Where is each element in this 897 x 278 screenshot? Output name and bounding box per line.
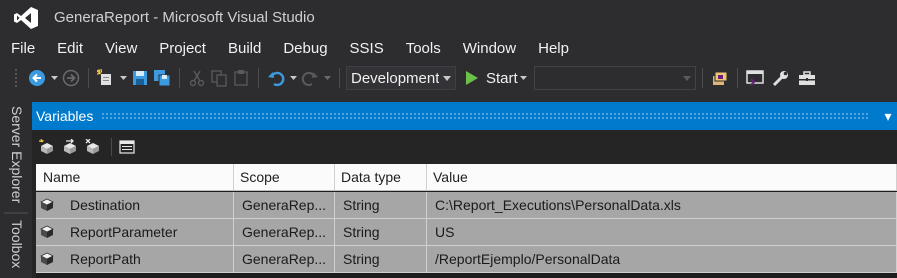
toolbar-separator xyxy=(339,68,340,88)
class-view-icon[interactable] xyxy=(744,67,766,89)
toolbox-label: Toolbox xyxy=(9,220,25,269)
grid-options-icon[interactable] xyxy=(118,138,136,156)
menu-file[interactable]: File xyxy=(0,36,46,62)
chevron-down-icon xyxy=(682,76,691,81)
add-variable-icon[interactable] xyxy=(38,138,56,156)
back-dropdown-icon[interactable] xyxy=(48,67,60,89)
name-cell[interactable]: ReportPath xyxy=(36,246,234,273)
variable-name: ReportPath xyxy=(70,250,141,267)
menu-help[interactable]: Help xyxy=(527,36,580,62)
window-position-dropdown-icon[interactable]: ▾ xyxy=(879,108,897,125)
back-icon[interactable] xyxy=(26,67,48,89)
undo-dropdown-icon[interactable] xyxy=(287,67,299,89)
variables-grid: Name Scope Data type Value Destination G… xyxy=(36,164,897,278)
variable-name: ReportParameter xyxy=(70,223,178,240)
toolbar-separator xyxy=(111,138,112,156)
column-header-value[interactable]: Value xyxy=(427,164,897,191)
visual-studio-logo xyxy=(14,7,38,29)
toolbox-icon[interactable] xyxy=(796,67,818,89)
toolbar-grip[interactable] xyxy=(14,68,18,88)
window-title: GeneraReport - Microsoft Visual Studio xyxy=(54,9,315,26)
header-drag-grip[interactable] xyxy=(101,112,869,120)
column-header-name[interactable]: Name xyxy=(36,164,234,191)
variables-window-header[interactable]: Variables ▾ xyxy=(32,102,897,130)
chevron-down-icon xyxy=(443,76,451,81)
menu-edit[interactable]: Edit xyxy=(46,36,94,62)
scope-cell[interactable]: GeneraRep... xyxy=(234,246,335,273)
menu-ssis[interactable]: SSIS xyxy=(339,36,395,62)
column-header-scope[interactable]: Scope xyxy=(234,164,335,191)
menu-bar: File Edit View Project Build Debug SSIS … xyxy=(0,36,897,62)
variables-window: Variables ▾ Name Scope Data type Value D… xyxy=(32,102,897,278)
toolbar-separator xyxy=(736,68,738,88)
start-label: Start xyxy=(486,69,518,87)
data-type-cell[interactable]: String xyxy=(335,246,427,273)
play-icon xyxy=(466,71,478,85)
toolbar-separator xyxy=(258,68,259,88)
table-row[interactable]: ReportPath GeneraRep... String /ReportEj… xyxy=(36,246,897,273)
table-row[interactable]: Destination GeneraRep... String C:\Repor… xyxy=(36,192,897,219)
cut-icon[interactable] xyxy=(186,67,208,89)
scope-cell[interactable]: GeneraRep... xyxy=(234,219,335,246)
menu-view[interactable]: View xyxy=(94,36,148,62)
variable-icon xyxy=(38,223,56,241)
scope-cell[interactable]: GeneraRep... xyxy=(234,192,335,219)
toolbox-tab[interactable]: Toolbox xyxy=(4,218,28,278)
server-explorer-label: Server Explorer xyxy=(9,106,25,204)
side-tab-divider xyxy=(4,212,28,214)
grid-header: Name Scope Data type Value xyxy=(36,164,897,191)
title-bar: GeneraReport - Microsoft Visual Studio xyxy=(0,0,897,36)
toolbar-separator xyxy=(701,68,703,88)
data-type-cell[interactable]: String xyxy=(335,219,427,246)
menu-build[interactable]: Build xyxy=(217,36,272,62)
properties-icon[interactable] xyxy=(770,67,792,89)
name-cell[interactable]: ReportParameter xyxy=(36,219,234,246)
new-project-icon[interactable] xyxy=(95,67,117,89)
variable-name: Destination xyxy=(70,196,141,213)
value-cell[interactable]: US xyxy=(427,219,897,246)
solution-explorer-icon[interactable] xyxy=(709,67,731,89)
solution-configuration-dropdown[interactable]: Development xyxy=(346,66,456,90)
redo-dropdown-icon[interactable] xyxy=(321,67,333,89)
undo-icon[interactable] xyxy=(265,67,287,89)
variable-icon xyxy=(38,250,56,268)
redo-icon[interactable] xyxy=(299,67,321,89)
paste-icon[interactable] xyxy=(230,67,252,89)
variables-window-title: Variables xyxy=(36,108,94,124)
standard-toolbar: Development Start xyxy=(0,62,897,94)
toolbar-separator xyxy=(88,68,89,88)
move-variable-icon[interactable] xyxy=(61,138,79,156)
copy-icon[interactable] xyxy=(208,67,230,89)
menu-debug[interactable]: Debug xyxy=(272,36,338,62)
save-icon[interactable] xyxy=(129,67,151,89)
data-type-cell[interactable]: String xyxy=(335,192,427,219)
menu-tools[interactable]: Tools xyxy=(395,36,452,62)
variable-icon xyxy=(38,196,56,214)
menu-window[interactable]: Window xyxy=(452,36,527,62)
name-cell[interactable]: Destination xyxy=(36,192,234,219)
server-explorer-tab[interactable]: Server Explorer xyxy=(4,102,28,212)
delete-variable-icon[interactable] xyxy=(84,138,102,156)
debug-target-dropdown[interactable] xyxy=(533,66,696,90)
menu-project[interactable]: Project xyxy=(148,36,217,62)
save-all-icon[interactable] xyxy=(151,67,173,89)
column-header-data-type[interactable]: Data type xyxy=(335,164,427,191)
table-row[interactable]: ReportParameter GeneraRep... String US xyxy=(36,219,897,246)
value-cell[interactable]: /ReportEjemplo/PersonalData xyxy=(427,246,897,273)
start-dropdown-icon[interactable] xyxy=(518,67,530,89)
toolbar-separator xyxy=(179,68,180,88)
variables-toolbar xyxy=(32,132,897,162)
start-button[interactable]: Start xyxy=(466,67,530,89)
solution-configuration-value: Development xyxy=(351,69,439,87)
forward-icon[interactable] xyxy=(60,67,82,89)
new-project-dropdown-icon[interactable] xyxy=(117,67,129,89)
value-cell[interactable]: C:\Report_Executions\PersonalData.xls xyxy=(427,192,897,219)
